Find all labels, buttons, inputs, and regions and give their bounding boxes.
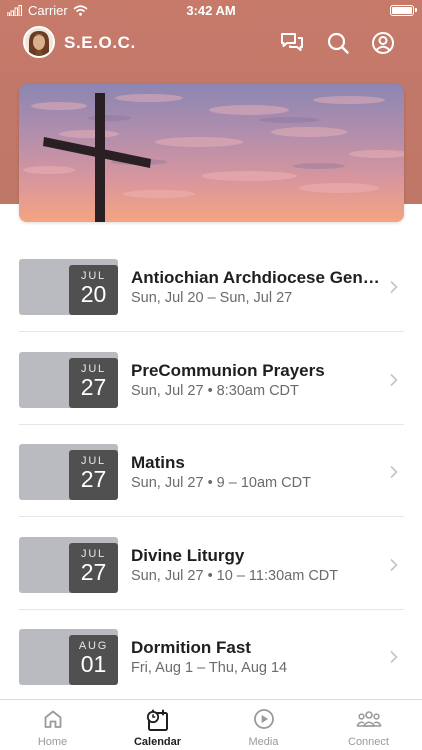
event-row[interactable]: JUL 27 Divine Liturgy Sun, Jul 27 • 10 –… xyxy=(19,518,404,610)
top-nav-bar: S.E.O.C. xyxy=(0,24,422,64)
tab-label: Home xyxy=(37,736,68,748)
play-icon xyxy=(253,709,274,729)
badge-day: 01 xyxy=(80,651,107,677)
search-icon[interactable] xyxy=(325,30,351,56)
badge-day: 27 xyxy=(80,466,107,492)
badge-day: 20 xyxy=(80,281,107,307)
chevron-right-icon xyxy=(390,280,398,294)
event-title: Antiochian Archdiocese Gener... xyxy=(131,268,386,287)
event-row[interactable]: JUL 20 Antiochian Archdiocese Gener... S… xyxy=(19,240,404,332)
tab-calendar[interactable]: Calendar xyxy=(105,700,210,750)
chevron-right-icon xyxy=(390,558,398,572)
row-divider xyxy=(19,331,404,332)
event-title: Dormition Fast xyxy=(131,638,251,657)
tab-label: Connect xyxy=(348,736,389,748)
tab-label: Media xyxy=(248,736,279,748)
calendar-icon xyxy=(146,709,168,731)
tab-bar: Home Calendar Media Connect xyxy=(0,699,422,750)
chat-icon[interactable] xyxy=(279,30,305,56)
event-title: Divine Liturgy xyxy=(131,546,245,565)
chevron-right-icon xyxy=(390,373,398,387)
account-icon[interactable] xyxy=(370,30,396,56)
app-title: S.E.O.C. xyxy=(64,33,136,52)
icon-portrait-image xyxy=(25,28,53,56)
event-subtitle: Sun, Jul 27 • 9 – 10am CDT xyxy=(131,475,311,491)
event-subtitle: Fri, Aug 1 – Thu, Aug 14 xyxy=(131,660,288,676)
event-row[interactable]: AUG 01 Dormition Fast Fri, Aug 1 – Thu, … xyxy=(19,610,404,702)
chevron-right-icon xyxy=(390,465,398,479)
people-icon xyxy=(355,711,382,727)
tab-media[interactable]: Media xyxy=(211,700,316,750)
date-badge: JUL 27 xyxy=(69,358,118,408)
event-subtitle: Sun, Jul 20 – Sun, Jul 27 xyxy=(131,290,293,306)
home-icon xyxy=(44,710,61,728)
tab-connect[interactable]: Connect xyxy=(316,700,421,750)
badge-day: 27 xyxy=(80,374,107,400)
chevron-right-icon xyxy=(390,650,398,664)
tab-home[interactable]: Home xyxy=(0,700,105,750)
cross-sunset-image xyxy=(19,84,404,222)
badge-day: 27 xyxy=(80,559,107,585)
event-row[interactable]: JUL 27 PreCommunion Prayers Sun, Jul 27 … xyxy=(19,333,404,425)
hero-banner[interactable] xyxy=(19,84,404,222)
date-badge: JUL 27 xyxy=(69,450,118,500)
row-divider xyxy=(19,516,404,517)
status-time: 3:42 AM xyxy=(186,3,236,18)
event-subtitle: Sun, Jul 27 • 10 – 11:30am CDT xyxy=(131,568,339,584)
avatar[interactable] xyxy=(23,26,55,58)
tab-label: Calendar xyxy=(133,736,182,748)
status-bar: Carrier 3:42 AM xyxy=(0,0,422,22)
event-row[interactable]: JUL 27 Matins Sun, Jul 27 • 9 – 10am CDT xyxy=(19,425,404,517)
date-badge: AUG 01 xyxy=(69,635,118,685)
event-title: Matins xyxy=(131,453,185,472)
event-title: PreCommunion Prayers xyxy=(131,361,325,380)
date-badge: JUL 20 xyxy=(69,265,118,315)
battery-icon xyxy=(390,5,417,16)
date-badge: JUL 27 xyxy=(69,543,118,593)
event-subtitle: Sun, Jul 27 • 8:30am CDT xyxy=(131,383,299,399)
